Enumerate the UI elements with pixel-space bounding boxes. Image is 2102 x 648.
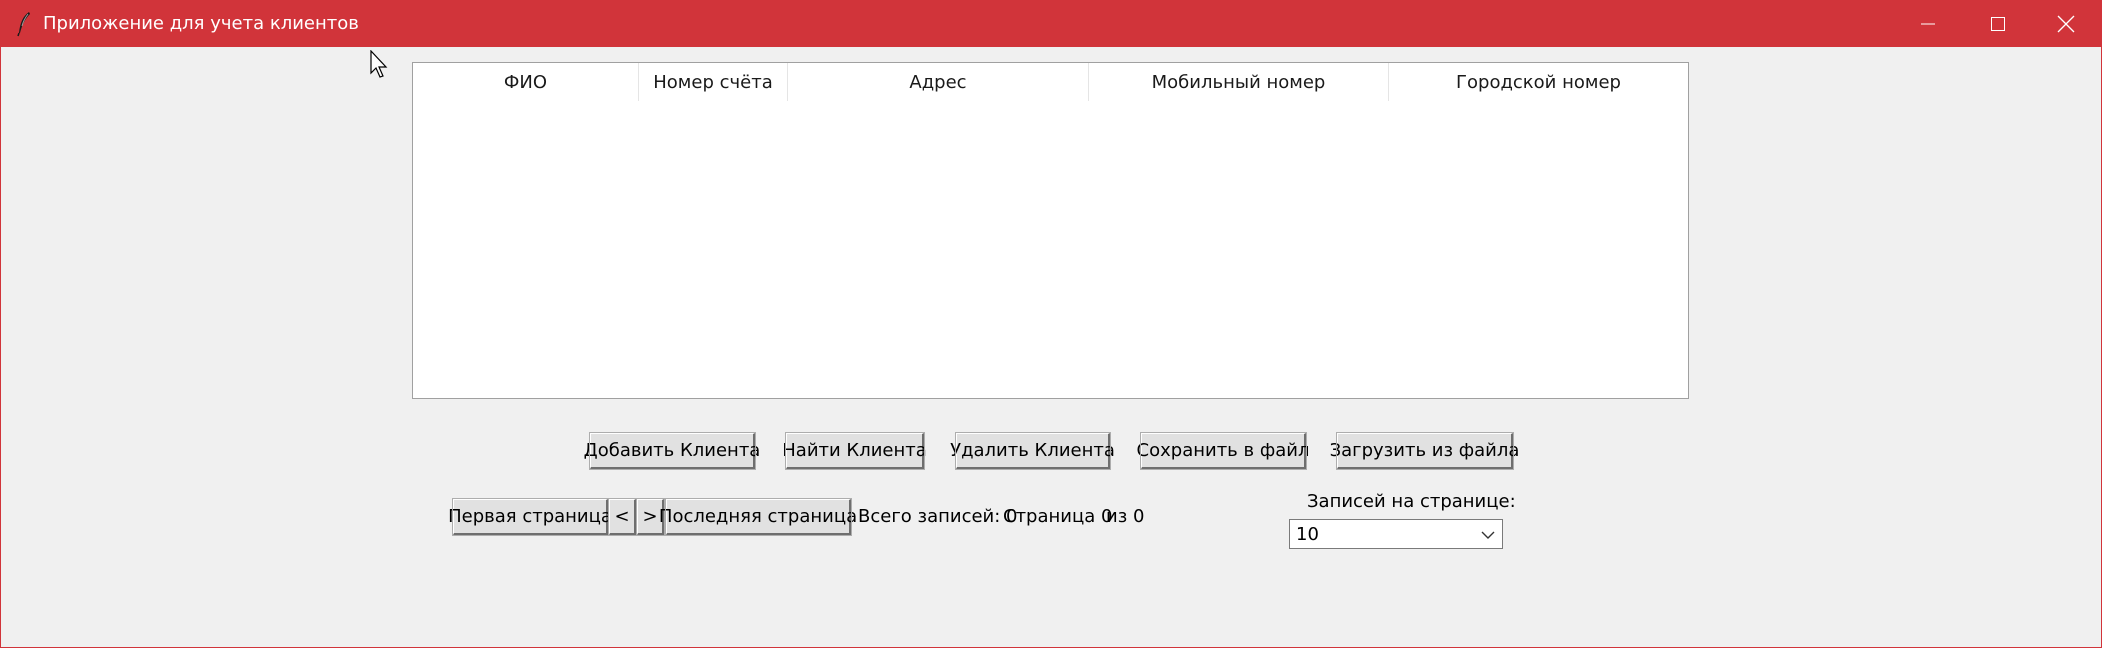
delete-client-button[interactable]: Удалить Клиента	[950, 432, 1115, 470]
add-client-button[interactable]: Добавить Клиента	[584, 432, 760, 470]
first-page-button[interactable]: Первая страница	[448, 498, 612, 536]
column-header-fio[interactable]: ФИО	[413, 63, 639, 101]
maximize-icon	[1991, 17, 2005, 31]
app-window: Приложение для учета клиентов ФИО Номер …	[0, 0, 2102, 648]
total-pages-label: из 0	[1106, 506, 1145, 527]
column-header-account-number[interactable]: Номер счёта	[639, 63, 788, 101]
records-per-page-value: 10	[1296, 524, 1319, 545]
chevron-down-icon[interactable]	[1480, 528, 1496, 542]
maximize-button[interactable]	[1963, 1, 2033, 47]
table-header: ФИО Номер счёта Адрес Мобильный номер Го…	[413, 63, 1688, 101]
load-from-file-button[interactable]: Загрузить из файла	[1330, 432, 1519, 470]
mouse-cursor-icon	[370, 50, 388, 78]
close-icon	[2057, 15, 2075, 33]
column-header-address[interactable]: Адрес	[788, 63, 1089, 101]
current-page-label: Страница 0	[1003, 506, 1113, 527]
records-per-page-select[interactable]: 10	[1289, 519, 1503, 549]
last-page-button[interactable]: Последняя страница	[659, 498, 857, 536]
find-client-button[interactable]: Найти Клиента	[782, 432, 927, 470]
window-title: Приложение для учета клиентов	[43, 13, 359, 34]
minimize-button[interactable]	[1893, 1, 1963, 47]
close-button[interactable]	[2031, 1, 2101, 47]
save-to-file-button[interactable]: Сохранить в файл	[1137, 432, 1309, 470]
previous-page-button[interactable]: <	[608, 498, 637, 536]
column-header-landline-number[interactable]: Городской номер	[1389, 63, 1688, 101]
clients-table[interactable]: ФИО Номер счёта Адрес Мобильный номер Го…	[412, 62, 1689, 399]
table-body[interactable]	[413, 101, 1688, 398]
title-bar[interactable]: Приложение для учета клиентов	[1, 1, 2101, 47]
feather-icon	[17, 12, 30, 37]
minimize-icon	[1921, 23, 1935, 25]
records-per-page-label: Записей на странице:	[1307, 491, 1516, 512]
column-header-mobile-number[interactable]: Мобильный номер	[1089, 63, 1389, 101]
total-records-label: Всего записей: 0	[858, 506, 1018, 527]
